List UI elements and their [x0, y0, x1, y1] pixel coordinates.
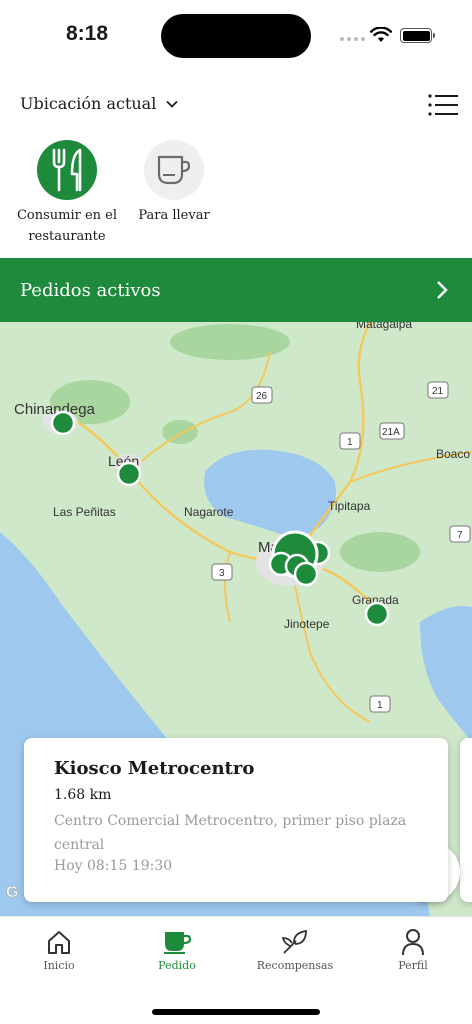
map-label-tipitapa: Tipitapa: [328, 499, 371, 513]
route-shield-1b: 1: [369, 695, 391, 713]
tab-label-pedido: Pedido: [158, 959, 196, 972]
route-shield-21a: 21A: [379, 422, 405, 440]
to-go-icon-circle: [144, 140, 204, 200]
status-bar: 8:18: [0, 0, 472, 72]
route-shield-1: 1: [339, 432, 361, 450]
store-card[interactable]: Kiosco Metrocentro 1.68 km Centro Comerc…: [24, 738, 448, 902]
order-type-dine-in[interactable]: Consumir en el restaurante: [10, 140, 124, 247]
battery-tip: [433, 33, 435, 38]
svg-text:1: 1: [347, 437, 353, 448]
svg-text:26: 26: [256, 391, 268, 402]
svg-text:21A: 21A: [382, 427, 400, 438]
battery-icon: [400, 28, 432, 43]
store-distance: 1.68 km: [54, 787, 112, 803]
svg-text:21: 21: [432, 386, 444, 397]
cellular-signal-icon: [340, 37, 365, 41]
home-icon: [48, 931, 70, 954]
person-icon: [402, 929, 424, 956]
chevron-right-icon: [437, 281, 448, 299]
route-shield-7: 7: [449, 525, 471, 543]
fork-knife-icon: [52, 148, 82, 192]
google-logo: G: [6, 884, 19, 902]
route-shield-21: 21: [427, 381, 449, 399]
tab-recompensas[interactable]: Recompensas: [236, 927, 354, 972]
location-selector[interactable]: Ubicación actual: [20, 94, 178, 113]
map-forest: [340, 532, 420, 572]
svg-text:7: 7: [457, 530, 463, 541]
cup-icon: [164, 932, 192, 954]
map-label-boaco: Boaco: [436, 447, 470, 461]
dine-in-label: Consumir en el restaurante: [16, 208, 118, 244]
tab-pedido[interactable]: Pedido: [118, 927, 236, 972]
svg-text:1: 1: [377, 700, 383, 711]
wifi-icon: [370, 27, 392, 42]
store-pin[interactable]: [116, 461, 142, 487]
store-name: Kiosco Metrocentro: [54, 758, 255, 779]
dynamic-island: [161, 14, 311, 58]
to-go-label: Para llevar: [138, 208, 210, 223]
svg-text:3: 3: [219, 568, 225, 579]
location-label: Ubicación actual: [20, 94, 157, 113]
next-store-card-peek[interactable]: [460, 738, 472, 902]
route-shield-26: 26: [251, 386, 273, 404]
home-indicator: [152, 1009, 320, 1015]
status-time: 8:18: [66, 22, 109, 45]
tab-perfil[interactable]: Perfil: [354, 927, 472, 972]
map-label-las-penitas: Las Peñitas: [53, 505, 116, 519]
tab-label-perfil: Perfil: [398, 959, 428, 972]
active-orders-label: Pedidos activos: [20, 279, 161, 301]
route-shield-3: 3: [211, 563, 233, 581]
cup-icon: [157, 155, 191, 185]
list-menu-icon[interactable]: [428, 94, 458, 116]
leaf-icon: [281, 929, 307, 954]
store-address: Centro Comercial Metrocentro, primer pis…: [54, 813, 407, 853]
tab-label-inicio: Inicio: [43, 959, 75, 972]
tab-bar: Inicio Pedido Recompensas Perfil: [0, 916, 472, 1024]
map-label-matagalpa: Matagalpa: [356, 322, 412, 331]
tab-label-recompensas: Recompensas: [256, 959, 334, 972]
store-pin[interactable]: [293, 561, 319, 587]
chevron-down-icon: [166, 100, 178, 108]
tab-inicio[interactable]: Inicio: [0, 927, 118, 972]
map-forest: [162, 420, 198, 444]
map-label-jinotepe: Jinotepe: [284, 617, 330, 631]
store-pin[interactable]: [364, 601, 390, 627]
store-pin[interactable]: [50, 410, 76, 436]
store-hours: Hoy 08:15 19:30: [54, 858, 173, 874]
map-label-nagarote: Nagarote: [184, 505, 234, 519]
order-type-to-go[interactable]: Para llevar: [128, 140, 220, 226]
active-orders-bar[interactable]: Pedidos activos: [0, 258, 472, 322]
dine-in-icon-circle: [37, 140, 97, 200]
map-forest: [170, 324, 290, 360]
